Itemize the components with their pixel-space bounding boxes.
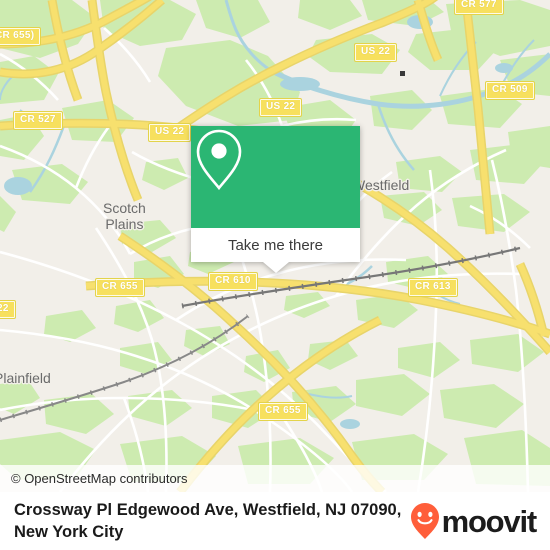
place-label-line2: Plains bbox=[105, 216, 144, 232]
moovit-wordmark: moovit bbox=[441, 503, 538, 539]
map-canvas[interactable]: Scotch Plains Westfield Plainfield CR 65… bbox=[0, 0, 550, 492]
place-label-scotch-plains: Scotch Plains bbox=[103, 200, 146, 232]
route-shield-cr613[interactable]: CR 613 bbox=[408, 278, 458, 297]
route-shield-cr655-mid[interactable]: CR 655 bbox=[95, 278, 145, 297]
footer-bar: Crossway Pl Edgewood Ave, Westfield, NJ … bbox=[0, 492, 550, 550]
location-title: Crossway Pl Edgewood Ave, Westfield, NJ … bbox=[14, 501, 402, 541]
route-shield-cr610[interactable]: CR 610 bbox=[208, 272, 258, 291]
place-label-plainfield: Plainfield bbox=[0, 370, 51, 386]
route-shield-cr577[interactable]: CR 577 bbox=[454, 0, 504, 15]
place-label-westfield: Westfield bbox=[352, 177, 410, 193]
route-shield-us22-mid[interactable]: US 22 bbox=[147, 123, 192, 142]
route-shield-cr509[interactable]: CR 509 bbox=[485, 81, 535, 100]
popup-tail bbox=[262, 262, 289, 273]
route-shield-cr655-nw[interactable]: CR 655) bbox=[0, 27, 42, 46]
map-pin-icon bbox=[196, 129, 242, 191]
location-popup[interactable]: Take me there bbox=[191, 126, 360, 273]
moovit-logo[interactable]: moovit bbox=[410, 502, 538, 540]
map-attribution: © OpenStreetMap contributors bbox=[0, 465, 550, 492]
route-shield-22-west[interactable]: 22 bbox=[0, 300, 16, 319]
route-shield-us22-top[interactable]: US 22 bbox=[258, 98, 303, 117]
attribution-text: © OpenStreetMap contributors bbox=[11, 471, 188, 486]
place-label-line1: Scotch bbox=[103, 200, 146, 216]
popup-header bbox=[191, 126, 360, 228]
route-shield-cr655-south[interactable]: CR 655 bbox=[258, 402, 308, 421]
moovit-pin-smiley-icon bbox=[410, 503, 439, 539]
route-shield-cr527[interactable]: CR 527 bbox=[13, 111, 63, 130]
route-shield-us22-ne[interactable]: US 22 bbox=[353, 43, 398, 62]
map-page: Scotch Plains Westfield Plainfield CR 65… bbox=[0, 0, 550, 550]
take-me-there-button[interactable]: Take me there bbox=[191, 228, 360, 262]
